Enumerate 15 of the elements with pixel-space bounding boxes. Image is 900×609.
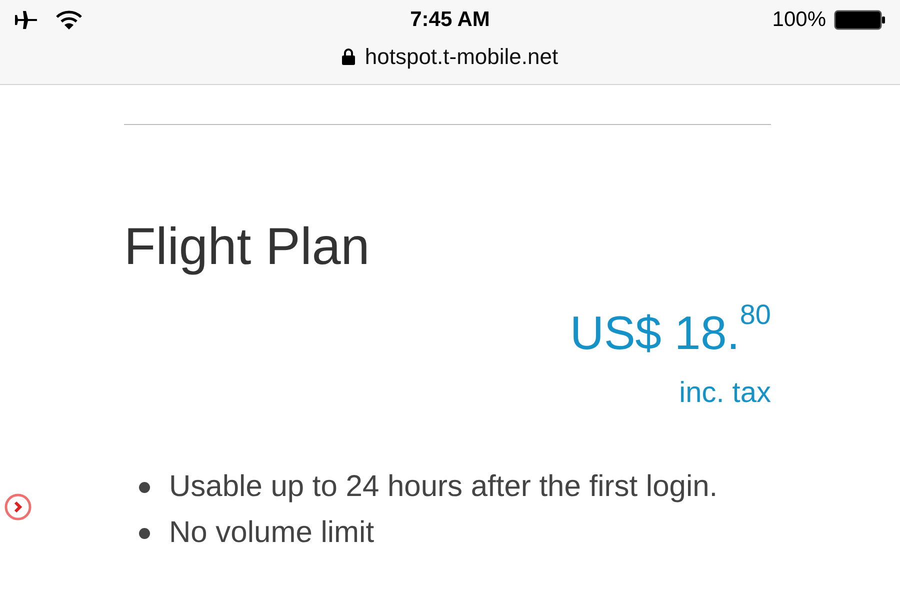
battery-icon bbox=[834, 10, 886, 30]
battery-percentage: 100% bbox=[772, 7, 826, 34]
airplane-icon bbox=[14, 10, 38, 30]
status-time: 7:45 AM bbox=[410, 7, 490, 34]
bullet-icon bbox=[139, 482, 150, 492]
plan-price: US$ 18.$^{80}$ bbox=[570, 305, 771, 361]
tax-note: inc. tax bbox=[679, 376, 771, 411]
lock-icon bbox=[342, 48, 355, 64]
feature-text: Usable up to 24 hours after the first login. bbox=[169, 469, 718, 505]
bullet-icon bbox=[139, 528, 150, 538]
url-text[interactable]: hotspot.t-mobile.net bbox=[364, 40, 558, 72]
plan-title: Flight Plan bbox=[124, 217, 371, 277]
chevron-circle-icon[interactable] bbox=[4, 493, 32, 521]
feature-text: No volume limit bbox=[169, 515, 374, 551]
wifi-icon bbox=[56, 10, 82, 30]
